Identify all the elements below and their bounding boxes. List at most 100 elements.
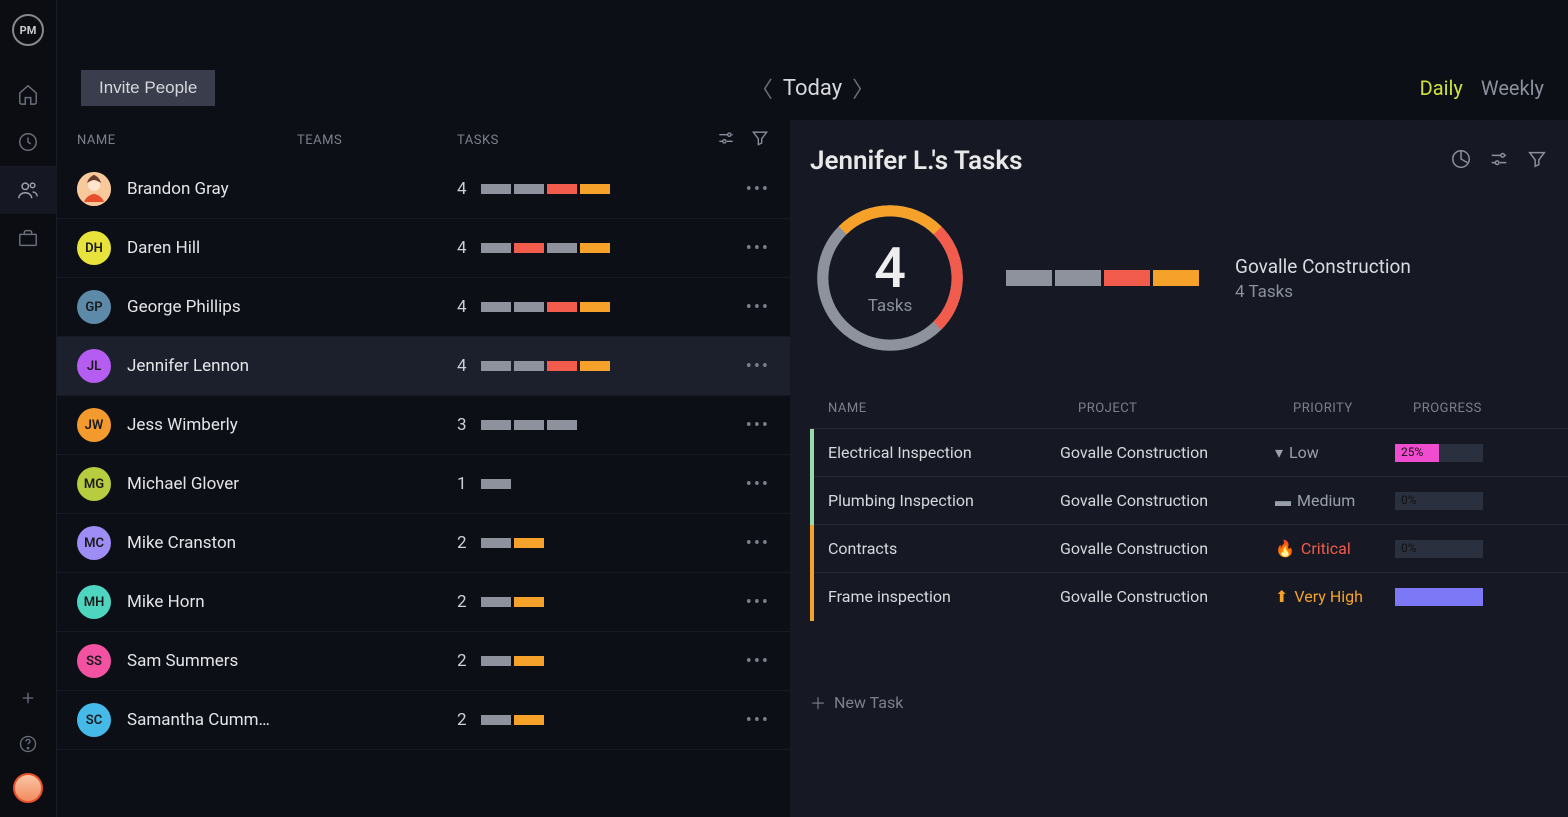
- task-segments: [481, 656, 544, 666]
- nav-recent-icon[interactable]: [0, 118, 57, 166]
- avatar: MG: [77, 467, 111, 501]
- task-count: 4: [457, 238, 467, 258]
- task-seg: [481, 184, 511, 194]
- col-tasks-header: TASKS: [457, 133, 716, 148]
- row-menu-icon[interactable]: •••: [746, 710, 770, 731]
- task-seg: [481, 420, 511, 430]
- row-menu-icon[interactable]: •••: [746, 238, 770, 259]
- task-count: 4: [457, 179, 467, 199]
- task-priority: ▾ Low: [1275, 443, 1395, 462]
- row-menu-icon[interactable]: •••: [746, 651, 770, 672]
- nav-briefcase-icon[interactable]: [0, 214, 57, 262]
- avatar: MC: [77, 526, 111, 560]
- task-seg: [481, 479, 511, 489]
- person-name: Sam Summers: [127, 651, 297, 671]
- task-name: Plumbing Inspection: [828, 491, 1060, 510]
- donut-label: Tasks: [868, 296, 913, 316]
- view-daily-tab[interactable]: Daily: [1420, 76, 1463, 100]
- person-name: Daren Hill: [127, 238, 297, 258]
- task-segments: [481, 361, 610, 371]
- row-menu-icon[interactable]: •••: [746, 356, 770, 377]
- task-edge: [810, 525, 814, 573]
- col-task-progress: PROGRESS: [1413, 401, 1548, 416]
- person-name: Michael Glover: [127, 474, 297, 494]
- row-menu-icon[interactable]: •••: [746, 179, 770, 200]
- project-seg: [1006, 270, 1052, 286]
- prev-day-icon[interactable]: 〈: [751, 72, 773, 104]
- person-row[interactable]: JL Jennifer Lennon 4 •••: [57, 337, 790, 396]
- user-avatar[interactable]: [13, 773, 43, 803]
- side-nav: PM: [0, 0, 57, 817]
- task-seg: [580, 302, 610, 312]
- task-seg: [481, 597, 511, 607]
- priority-icon: ▾: [1275, 443, 1283, 462]
- person-name: Mike Cranston: [127, 533, 297, 553]
- person-row[interactable]: MG Michael Glover 1 •••: [57, 455, 790, 514]
- person-row[interactable]: DH Daren Hill 4 •••: [57, 219, 790, 278]
- person-name: Brandon Gray: [127, 179, 297, 199]
- task-row[interactable]: Frame inspection Govalle Construction ⬆ …: [810, 572, 1568, 620]
- task-seg: [514, 243, 544, 253]
- task-count: 1: [457, 474, 467, 494]
- task-donut: 4 Tasks: [810, 198, 970, 358]
- priority-icon: ⬆: [1275, 587, 1288, 606]
- person-row[interactable]: MH Mike Horn 2 •••: [57, 573, 790, 632]
- person-name: Jess Wimberly: [127, 415, 297, 435]
- col-task-project: PROJECT: [1078, 401, 1293, 416]
- new-task-button[interactable]: ＋ New Task: [810, 690, 1568, 714]
- chart-pie-icon[interactable]: [1450, 148, 1472, 174]
- project-seg: [1153, 270, 1199, 286]
- avatar: [77, 172, 111, 206]
- person-row[interactable]: GP George Phillips 4 •••: [57, 278, 790, 337]
- task-progress: 0%: [1395, 492, 1568, 510]
- app-logo: PM: [12, 14, 44, 46]
- settings-sliders-icon[interactable]: [716, 128, 736, 152]
- task-segments: [481, 538, 544, 548]
- task-edge: [810, 573, 814, 621]
- person-row[interactable]: Brandon Gray 4 •••: [57, 160, 790, 219]
- task-segments: [481, 243, 610, 253]
- person-row[interactable]: MC Mike Cranston 2 •••: [57, 514, 790, 573]
- task-seg: [580, 361, 610, 371]
- row-menu-icon[interactable]: •••: [746, 415, 770, 436]
- task-count: 2: [457, 710, 467, 730]
- people-list-header: NAME TEAMS TASKS: [57, 120, 790, 160]
- task-count: 4: [457, 297, 467, 317]
- nav-add-icon[interactable]: [0, 681, 57, 715]
- row-menu-icon[interactable]: •••: [746, 297, 770, 318]
- row-menu-icon[interactable]: •••: [746, 592, 770, 613]
- person-name: Samantha Cumm…: [127, 710, 297, 730]
- row-menu-icon[interactable]: •••: [746, 474, 770, 495]
- current-date-label: Today: [783, 76, 842, 101]
- task-project: Govalle Construction: [1060, 491, 1275, 510]
- next-day-icon[interactable]: 〉: [852, 72, 874, 104]
- filter-icon[interactable]: [1526, 148, 1548, 174]
- task-count: 2: [457, 651, 467, 671]
- top-bar: Invite People 〈 Today 〉 Daily Weekly: [57, 60, 1568, 116]
- row-menu-icon[interactable]: •••: [746, 533, 770, 554]
- task-count: 2: [457, 533, 467, 553]
- task-row[interactable]: Plumbing Inspection Govalle Construction…: [810, 476, 1568, 524]
- task-seg: [514, 361, 544, 371]
- task-segments: [481, 597, 544, 607]
- person-name: Jennifer Lennon: [127, 356, 297, 376]
- nav-home-icon[interactable]: [0, 70, 57, 118]
- task-seg: [514, 715, 544, 725]
- nav-people-icon[interactable]: [0, 166, 57, 214]
- person-name: George Phillips: [127, 297, 297, 317]
- person-row[interactable]: SC Samantha Cumm… 2 •••: [57, 691, 790, 750]
- project-task-count: 4 Tasks: [1235, 282, 1411, 302]
- nav-help-icon[interactable]: [0, 727, 57, 761]
- task-name: Frame inspection: [828, 587, 1060, 606]
- task-row[interactable]: Electrical Inspection Govalle Constructi…: [810, 428, 1568, 476]
- person-row[interactable]: SS Sam Summers 2 •••: [57, 632, 790, 691]
- invite-people-button[interactable]: Invite People: [81, 70, 215, 106]
- filter-icon[interactable]: [750, 128, 770, 152]
- col-teams-header: TEAMS: [297, 133, 457, 148]
- settings-sliders-icon[interactable]: [1488, 148, 1510, 174]
- task-row[interactable]: Contracts Govalle Construction 🔥 Critica…: [810, 524, 1568, 572]
- person-row[interactable]: JW Jess Wimberly 3 •••: [57, 396, 790, 455]
- task-name: Electrical Inspection: [828, 443, 1060, 462]
- view-weekly-tab[interactable]: Weekly: [1481, 76, 1544, 100]
- task-table: NAME PROJECT PRIORITY PROGRESS Electrica…: [810, 388, 1568, 620]
